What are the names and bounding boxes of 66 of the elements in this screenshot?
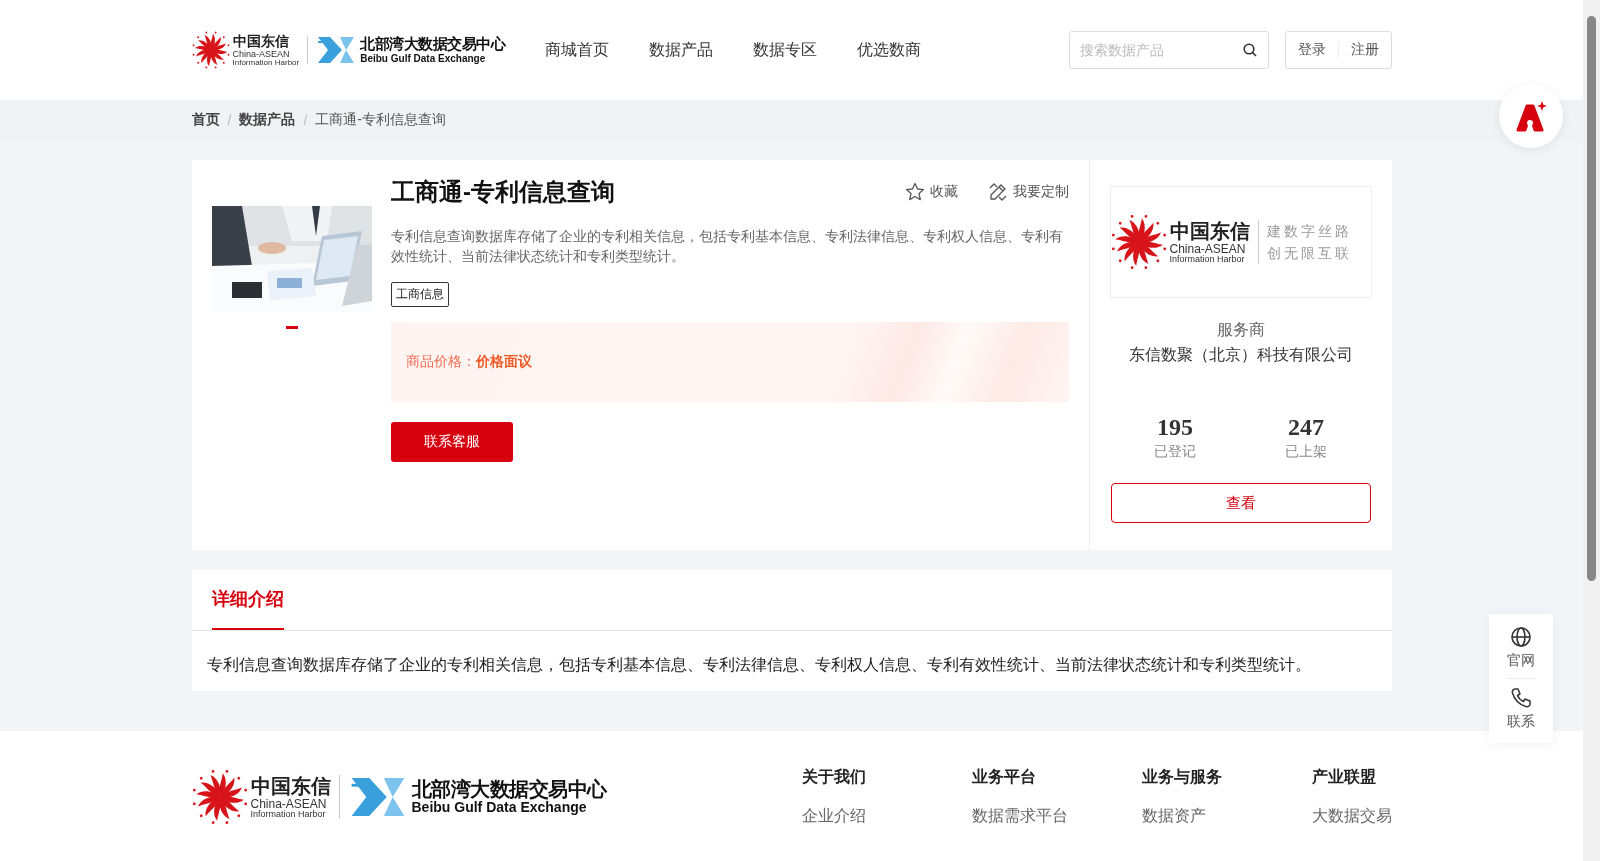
- logo-name: 北部湾大数据交易中心: [411, 778, 607, 801]
- detail-text: 专利信息查询数据库存储了企业的专利相关信息，包括专利基本信息、专利法律信息、专利权人信息、专利有效性统计、当前法律状态统计和专利类型统计。: [206, 655, 1312, 675]
- phone-icon: [1510, 687, 1532, 709]
- footer-link[interactable]: 数据需求平台: [971, 806, 1142, 827]
- provider-name: 东信数聚（北京）科技有限公司: [1128, 345, 1353, 365]
- logo-subtitle: Information Harbor: [232, 58, 300, 67]
- category-tag: 工商信息: [390, 282, 449, 307]
- footer-link[interactable]: 数据资产: [1141, 806, 1312, 827]
- logo-subtitle: Beibu Gulf Data Exchange: [360, 52, 487, 64]
- nav-link[interactable]: 数据专区: [753, 39, 818, 61]
- footer-link[interactable]: 大数据交易: [1311, 806, 1392, 827]
- flower-logo-icon: [1110, 214, 1167, 270]
- footer-heading: 业务与服务: [1141, 767, 1223, 787]
- footer-heading: 产业联盟: [1311, 767, 1377, 787]
- logo-subtitle: Information Harbor: [250, 809, 327, 819]
- search-icon[interactable]: [1242, 43, 1257, 57]
- footer-heading: 关于我们: [801, 767, 867, 787]
- logo-subtitle: China-ASEAN: [232, 49, 291, 59]
- breadcrumb-current: 工商通-专利信息查询: [315, 111, 446, 129]
- flower-logo-icon: [191, 769, 248, 825]
- footer-heading: 业务平台: [971, 767, 1037, 787]
- price-value: 价格面议: [475, 353, 532, 371]
- logo-subtitle: China-ASEAN: [1169, 242, 1247, 255]
- footer-link[interactable]: 企业介绍: [801, 806, 972, 827]
- logo-name: 中国东信: [250, 775, 331, 796]
- price-label: 商品价格：: [405, 353, 476, 371]
- search-field[interactable]: 搜索数据产品: [1068, 31, 1269, 69]
- view-button[interactable]: 查看: [1110, 483, 1371, 523]
- logo-slogan: 创无限互联: [1266, 244, 1352, 263]
- nav-link[interactable]: 商城首页: [545, 39, 610, 61]
- stat-label: 已登记: [1154, 443, 1196, 461]
- logo-subtitle: Information Harbor: [1169, 254, 1246, 264]
- scrollbar[interactable]: [1583, 0, 1600, 861]
- sparkle-letter-icon: [1514, 100, 1548, 132]
- stat-label: 已上架: [1285, 443, 1327, 461]
- flower-logo-icon: [191, 31, 230, 69]
- breadcrumb-separator: /: [227, 112, 232, 128]
- scrollbar-thumb[interactable]: [1587, 16, 1596, 581]
- nav-link[interactable]: 数据产品: [649, 39, 714, 61]
- breadcrumb-link[interactable]: 首页: [191, 111, 220, 129]
- breadcrumb-link[interactable]: 数据产品: [239, 111, 296, 129]
- exchange-logo-icon: [316, 35, 357, 65]
- star-icon: [904, 182, 925, 202]
- action-link[interactable]: 收藏: [904, 182, 958, 202]
- logo-subtitle: China-ASEAN: [250, 797, 328, 810]
- side-link[interactable]: 联系: [1507, 687, 1535, 731]
- logo-slogan: 建数字丝路: [1266, 222, 1352, 241]
- contact-button[interactable]: 联系客服: [390, 422, 513, 462]
- stat-value: 195: [1157, 414, 1193, 441]
- nav-link[interactable]: 优选数商: [857, 39, 922, 61]
- side-link[interactable]: 官网: [1507, 626, 1535, 670]
- stat-value: 247: [1288, 414, 1324, 441]
- logo-name: 中国东信: [1169, 220, 1250, 241]
- detail-tab[interactable]: 详细介绍: [211, 570, 284, 630]
- breadcrumb-separator: /: [303, 112, 308, 128]
- product-description: 专利信息查询数据库存储了企业的专利相关信息，包括专利基本信息、专利法律信息、专利权人信息、专利有效性统计、当前法律状态统计和专利类型统计。: [390, 227, 1064, 266]
- auth-link[interactable]: 登录: [1297, 41, 1326, 59]
- logo-name: 中国东信: [232, 33, 290, 48]
- globe-icon: [1510, 626, 1532, 648]
- product-title: 工商通-专利信息查询: [390, 177, 615, 207]
- logo-name: 北部湾大数据交易中心: [360, 36, 506, 53]
- logo-subtitle: Beibu Gulf Data Exchange: [411, 800, 588, 816]
- auth-link[interactable]: 注册: [1350, 41, 1379, 59]
- pencil-ruler-icon: [987, 182, 1008, 202]
- provider-label: 服务商: [1216, 320, 1265, 340]
- action-link[interactable]: 我要定制: [987, 182, 1069, 202]
